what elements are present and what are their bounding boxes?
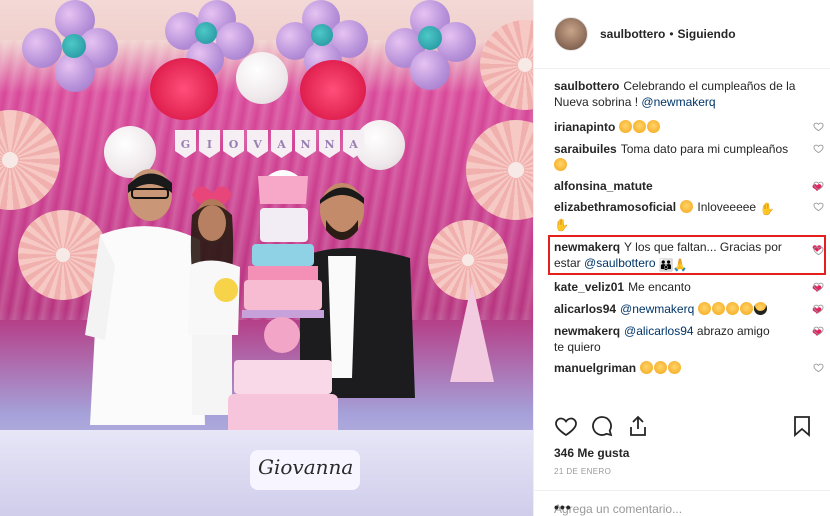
banner-letter: A <box>343 130 364 158</box>
header-username[interactable]: saulbottero <box>600 27 665 41</box>
clap-emoji-icon: ✋ <box>554 218 569 232</box>
balloon-center <box>62 34 86 58</box>
comment-username[interactable]: kate_veliz01 <box>554 280 624 294</box>
like-comment-heart-icon[interactable] <box>813 201 824 212</box>
comment-row: elizabethramosoficial Inloveeeee ✋ ✋ <box>554 199 824 232</box>
comment-row: alfonsina_matute ❤ ❤ ❤ <box>554 178 824 195</box>
heart-eyes-emoji-icon <box>697 302 711 315</box>
comment-row: manuelgriman <box>554 360 824 376</box>
comment-mention[interactable]: @newmakerq <box>620 302 694 316</box>
like-comment-heart-icon[interactable] <box>813 143 824 154</box>
highlight-box <box>548 235 826 275</box>
heart-eyes-emoji-icon <box>711 302 725 315</box>
comment-username[interactable]: newmakerq <box>554 324 620 338</box>
heart-eyes-emoji-icon <box>640 361 654 374</box>
comment-username[interactable]: manuelgriman <box>554 361 636 375</box>
balloon-center <box>195 22 217 44</box>
bookmark-icon[interactable] <box>790 414 814 438</box>
comment-username[interactable]: saraibuiles <box>554 142 617 156</box>
balloon <box>410 50 450 90</box>
comment-text: Inloveeeee <box>697 200 760 214</box>
caption: saulbottero Celebrando el cumpleaños de l… <box>554 78 822 114</box>
add-comment-bar: Agrega un comentario... ••• <box>534 490 830 516</box>
post-side-panel: saulbottero • Siguiendo saulbottero Celeb… <box>533 0 830 516</box>
likes-count[interactable]: 346 Me gusta <box>554 446 629 460</box>
raised-hands-emoji-icon: ✋ <box>759 202 775 216</box>
comment-row: newmakerq @alicarlos94 abrazo amigo ❤ te q… <box>554 323 824 355</box>
comment-text: Toma dato para mi cumpleaños <box>620 142 789 156</box>
post-header: saulbottero • Siguiendo <box>534 0 830 69</box>
heart-eyes-emoji-icon <box>654 361 668 374</box>
sunglasses-emoji-icon <box>753 302 767 315</box>
post-photo[interactable]: G I O V A N N A Giovanna <box>0 0 533 516</box>
caption-username[interactable]: saulbottero <box>554 79 619 93</box>
like-comment-heart-icon[interactable] <box>813 362 824 373</box>
like-comment-heart-icon[interactable] <box>813 245 824 256</box>
follow-status-button[interactable]: Siguiendo <box>678 27 736 41</box>
cake-name-text: Giovanna <box>258 455 354 479</box>
like-comment-heart-icon[interactable] <box>813 281 824 292</box>
comment-text: abrazo amigo <box>693 324 770 338</box>
heart-eyes-emoji-icon <box>668 361 682 374</box>
like-comment-heart-icon[interactable] <box>813 303 824 314</box>
grin-emoji-icon <box>619 120 633 133</box>
avatar[interactable] <box>554 17 588 51</box>
action-bar <box>554 414 814 440</box>
comment-icon[interactable] <box>590 414 614 438</box>
laugh-emoji-icon <box>554 158 567 171</box>
share-icon[interactable] <box>626 414 650 438</box>
balloon-center <box>311 24 333 46</box>
caption-mention[interactable]: @newmakerq <box>641 95 715 109</box>
comment-row: saraibuiles Toma dato para mi cumpleaños <box>554 141 824 173</box>
like-comment-heart-icon[interactable] <box>813 121 824 132</box>
like-comment-heart-icon[interactable] <box>813 325 824 336</box>
heart-eyes-emoji-icon <box>739 302 753 315</box>
banner-letter: A <box>271 130 292 158</box>
comment-mention[interactable]: @alicarlos94 <box>624 324 694 338</box>
grin-emoji-icon <box>633 120 647 133</box>
tissue-pom <box>150 58 218 120</box>
balloon <box>22 28 62 68</box>
heart-icon[interactable] <box>554 414 578 438</box>
paper-lantern <box>236 52 288 104</box>
comments-list: saulbottero Celebrando el cumpleaños de l… <box>548 78 826 376</box>
comment-username[interactable]: alfonsina_matute <box>554 179 653 193</box>
header-separator: • <box>669 27 674 41</box>
birthday-cake <box>228 170 338 440</box>
banner-letter: G <box>175 130 196 158</box>
banner-letter: V <box>247 130 268 158</box>
comment-username[interactable]: irianapinto <box>554 120 615 134</box>
banner-letter: O <box>223 130 244 158</box>
comment-row: kate_veliz01 Me encanto ❤ <box>554 279 824 296</box>
banner-letter: N <box>295 130 316 158</box>
comment-row: irianapinto <box>554 119 824 135</box>
balloon <box>55 52 95 92</box>
balloon-center <box>418 26 442 50</box>
name-banner: G I O V A N N A <box>175 130 364 158</box>
comment-username[interactable]: alicarlos94 <box>554 302 616 316</box>
tissue-pom <box>300 60 366 120</box>
heart-eyes-emoji-icon <box>725 302 739 315</box>
comment-text: Me encanto <box>628 280 691 294</box>
comment-username[interactable]: elizabethramosoficial <box>554 200 676 214</box>
smile-emoji-icon <box>647 120 661 133</box>
heart-eyes-emoji-icon <box>680 200 694 213</box>
more-options-icon[interactable]: ••• <box>554 499 817 515</box>
comment-text-tail: te quiero <box>554 340 601 354</box>
post-date[interactable]: 21 DE ENERO <box>554 467 611 476</box>
candy-tree <box>450 282 494 382</box>
like-comment-heart-icon[interactable] <box>813 180 824 191</box>
banner-letter: N <box>319 130 340 158</box>
banner-letter: I <box>199 130 220 158</box>
comment-row-highlighted: newmakerq Y los que faltan... Gracias por… <box>548 235 826 275</box>
comment-row: alicarlos94 @newmakerq ❤ <box>554 301 824 318</box>
